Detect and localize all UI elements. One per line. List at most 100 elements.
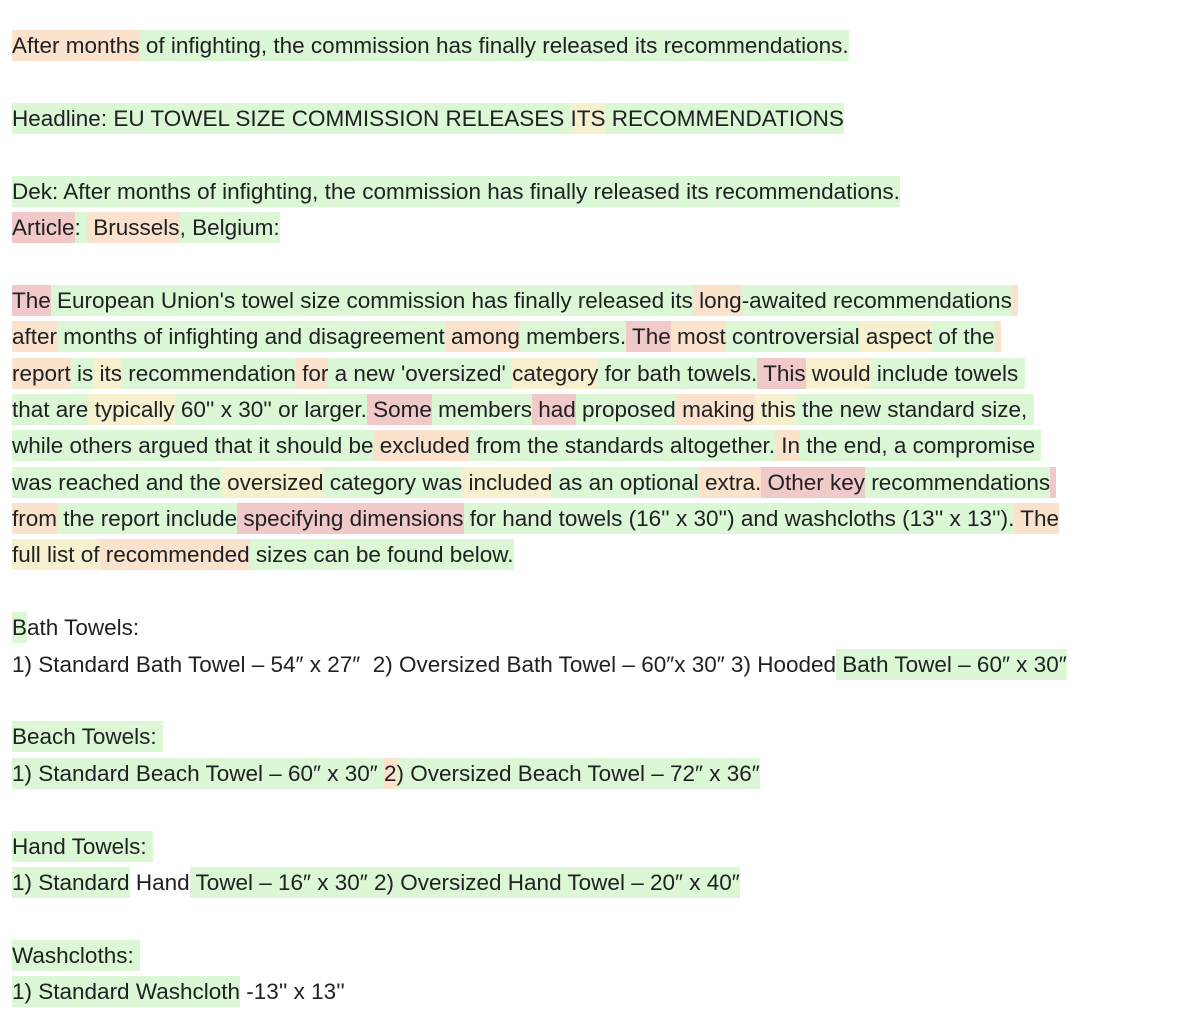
token-span: months of infighting and disagreement — [57, 321, 445, 353]
token-span: 1) Standard Washcloth — [12, 976, 241, 1008]
token-span: making — [675, 393, 755, 425]
token-span: 1) Standard — [12, 866, 130, 898]
token-span: : — [74, 211, 88, 243]
token-span: for — [295, 357, 329, 389]
token-span: from — [12, 503, 57, 535]
token-span: Beach Towels: — [12, 721, 163, 753]
token-span: Hand Towels: — [12, 830, 153, 862]
token-span — [1018, 357, 1025, 389]
text-line: 1) Standard Washcloth -13'' x 13'' — [12, 974, 1200, 1010]
token-span: -awaited recommendations — [741, 284, 1012, 316]
token-span: category was — [323, 466, 463, 498]
text-line: After months of infighting, the commissi… — [12, 28, 1200, 64]
token-span — [994, 321, 1001, 353]
token-span: among — [444, 321, 520, 353]
token-span: ) Oversized Beach Towel – 72″ x 36″ — [396, 757, 760, 789]
token-span: Article — [12, 211, 75, 243]
token-span: for bath towels. — [598, 357, 758, 389]
text-line: Hand Towels: — [12, 829, 1200, 865]
text-line: Article: Brussels, Belgium: — [12, 210, 1200, 246]
text-line: that are typically 60'' x 30'' or larger… — [12, 392, 1200, 428]
token-span — [1050, 466, 1057, 498]
token-span: This — [757, 357, 806, 389]
token-span — [1027, 393, 1034, 425]
text-line: report is its recommendation for a new '… — [12, 356, 1200, 392]
token-span: The — [12, 284, 51, 316]
token-span: most — [670, 321, 726, 353]
token-span: ITS — [570, 102, 606, 134]
token-span: is — [70, 357, 94, 389]
token-span: The — [1014, 503, 1060, 535]
token-span: as an optional — [552, 466, 699, 498]
token-span: while others argued that it should be — [12, 430, 374, 462]
token-span: would — [805, 357, 871, 389]
text-line: Bath Towels: — [12, 610, 1200, 646]
token-span: Some — [366, 393, 432, 425]
token-span: controversial — [725, 321, 860, 353]
token-span: included — [462, 466, 553, 498]
token-span: was reached and the — [12, 466, 221, 498]
token-span: 1) Standard Beach Towel – 60″ x 30″ — [12, 757, 384, 789]
token-span: of infighting, the commission has finall… — [139, 30, 849, 61]
token-span: include towels — [870, 357, 1019, 389]
token-span: Bath Towel – 60″ x 30″ — [836, 648, 1067, 680]
token-span: sizes can be found below. — [249, 539, 514, 571]
token-span: report — [12, 357, 71, 389]
token-span: the new standard size, — [795, 393, 1028, 425]
token-span: Hand — [129, 869, 190, 895]
token-span: RECOMMENDATIONS — [605, 102, 844, 134]
token-span: Dek: After months of infighting, the com… — [12, 175, 900, 207]
token-span: after — [12, 321, 58, 353]
token-span: B — [12, 612, 28, 644]
token-span: Other key — [761, 466, 866, 498]
token-span: its — [93, 357, 123, 389]
token-span: from the standards altogether. — [469, 430, 775, 462]
token-span: members — [431, 393, 532, 425]
token-span: specifying dimensions — [237, 503, 464, 535]
token-span: After months — [12, 30, 140, 61]
token-span: long — [692, 284, 742, 316]
text-line: while others argued that it should be ex… — [12, 428, 1200, 464]
token-span: extra. — [698, 466, 762, 498]
token-span: members. — [519, 321, 627, 353]
token-span: aspect — [859, 321, 933, 353]
token-span: Washcloths: — [12, 939, 140, 971]
text-line: 1) Standard Hand Towel – 16″ x 30″ 2) Ov… — [12, 865, 1200, 901]
token-span: had — [531, 393, 576, 425]
token-span — [1011, 284, 1019, 316]
token-span: European Union's towel size commission h… — [50, 284, 693, 316]
token-span: the end, a compromise — [800, 430, 1036, 462]
token-span: this — [754, 393, 796, 425]
text-line: Headline: EU TOWEL SIZE COMMISSION RELEA… — [12, 101, 1200, 137]
token-span: 2 — [384, 757, 397, 789]
token-span: category — [512, 357, 599, 389]
token-span: recommended — [99, 539, 250, 571]
text-line: The European Union's towel size commissi… — [12, 283, 1200, 319]
text-line: full list of recommended sizes can be fo… — [12, 537, 1200, 573]
token-span: of the — [932, 321, 995, 353]
text-line: after months of infighting and disagreem… — [12, 319, 1200, 355]
token-span: -13'' x 13'' — [240, 979, 345, 1005]
token-span: a new 'oversized' — [328, 357, 513, 389]
token-span: , Belgium: — [179, 211, 280, 243]
text-line: Washcloths: — [12, 938, 1200, 974]
token-span: for hand towels (16'' x 30'') and washcl… — [463, 503, 1015, 535]
text-line: Beach Towels: — [12, 719, 1200, 755]
token-span: that are — [12, 393, 89, 425]
token-span — [1035, 430, 1042, 462]
token-span: oversized — [220, 466, 324, 498]
token-span: typically — [88, 393, 175, 425]
token-span: recommendation — [122, 357, 296, 389]
token-span: recommendations — [865, 466, 1051, 498]
token-span: Towel – 16″ x 30″ 2) Oversized Hand Towe… — [189, 866, 740, 898]
text-line: from the report include specifying dimen… — [12, 501, 1200, 537]
token-span: Headline: EU TOWEL SIZE COMMISSION RELEA… — [12, 102, 571, 134]
token-span: 60'' x 30'' or larger. — [174, 393, 367, 425]
token-span: full list of — [12, 539, 100, 571]
